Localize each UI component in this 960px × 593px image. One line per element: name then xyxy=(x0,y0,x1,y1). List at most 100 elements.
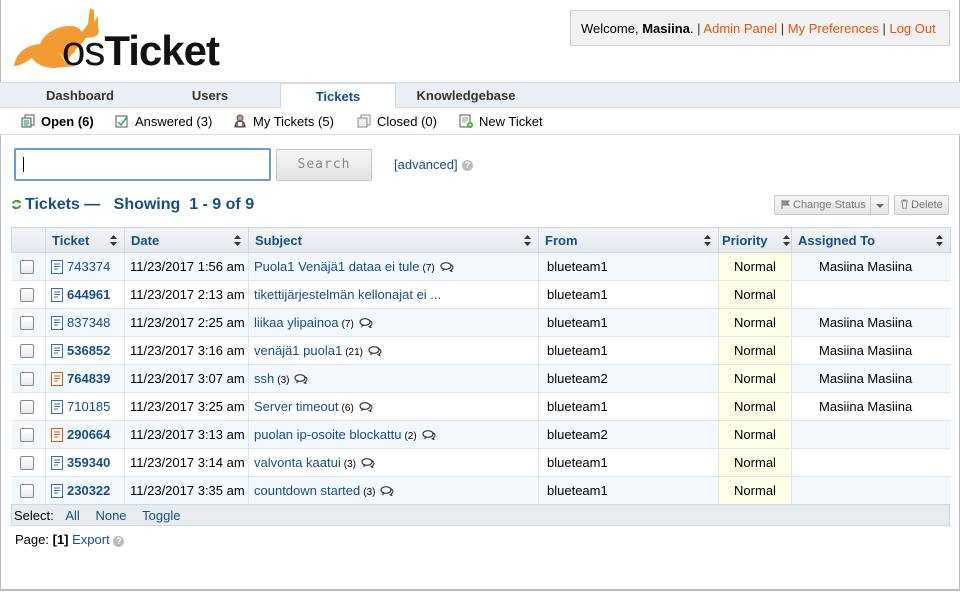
help-icon[interactable]: ? xyxy=(462,160,473,171)
subject-link[interactable]: liikaa ylipainoa xyxy=(254,315,339,330)
ticket-number-link[interactable]: 764839 xyxy=(67,371,110,386)
row-checkbox[interactable] xyxy=(19,400,34,415)
row-checkbox[interactable] xyxy=(19,344,34,359)
row-checkbox[interactable] xyxy=(19,428,34,443)
subnav-answered[interactable]: Answered (3) xyxy=(115,114,212,130)
current-page[interactable]: [1] xyxy=(53,532,69,547)
ticket-number-link[interactable]: 644961 xyxy=(67,287,110,302)
thread-count: (3) xyxy=(343,459,356,470)
table-row[interactable]: 230322 11/23/2017 3:35 am countdown starte… xyxy=(11,476,951,505)
subject-link[interactable]: countdown started xyxy=(254,483,360,498)
ticket-number-cell: 644961 xyxy=(45,280,125,309)
table-row[interactable]: 743374 11/23/2017 1:56 am Puola1 Venäjä1 d… xyxy=(11,252,951,281)
log-out-link[interactable]: Log Out xyxy=(889,21,935,36)
row-checkbox[interactable] xyxy=(19,316,34,331)
subnav-closed[interactable]: Closed (0) xyxy=(357,114,437,130)
from-cell: blueteam2 xyxy=(538,420,719,449)
select-all-link[interactable]: All xyxy=(65,508,79,523)
table-row[interactable]: 359340 11/23/2017 3:14 am valvonta kaatui(… xyxy=(11,448,951,477)
separator: | xyxy=(780,21,785,36)
admin-panel-link[interactable]: Admin Panel xyxy=(703,21,777,36)
change-status-button[interactable]: Change Status xyxy=(774,195,871,215)
change-status-label: Change Status xyxy=(793,199,866,211)
ticket-number-link[interactable]: 536852 xyxy=(67,343,110,358)
thread-icon xyxy=(380,486,394,496)
search-input[interactable] xyxy=(14,148,271,181)
welcome-prefix: Welcome, xyxy=(581,21,639,36)
refresh-icon[interactable] xyxy=(11,199,22,210)
column-header-subject[interactable]: Subject xyxy=(248,227,539,253)
thread-count: (3) xyxy=(363,487,376,498)
subnav-my-tickets[interactable]: My Tickets (5) xyxy=(233,114,334,130)
subject-link[interactable]: valvonta kaatui xyxy=(254,455,341,470)
priority-cell: Normal xyxy=(718,448,792,477)
delete-button[interactable]: Delete xyxy=(894,195,949,215)
column-header-ticket[interactable]: Ticket xyxy=(45,227,125,253)
logo[interactable]: osTicket xyxy=(10,4,220,72)
row-select-cell xyxy=(11,420,46,449)
ticket-number-link[interactable]: 230322 xyxy=(67,483,110,498)
ticket-number-cell: 837348 xyxy=(45,308,125,337)
column-header-label: Assigned To xyxy=(798,232,876,248)
row-select-cell xyxy=(11,336,46,365)
column-header-assigned-to[interactable]: Assigned To xyxy=(791,227,951,253)
table-row[interactable]: 536852 11/23/2017 3:16 am venäjä1 puola1 (2… xyxy=(11,336,951,365)
column-header-priority[interactable]: Priority xyxy=(718,227,792,253)
table-row[interactable]: 837348 11/23/2017 2:25 am liikaa ylipainoa… xyxy=(11,308,951,337)
row-checkbox[interactable] xyxy=(19,456,34,471)
column-header-from[interactable]: From xyxy=(538,227,719,253)
flag-icon xyxy=(781,200,791,209)
column-header-date[interactable]: Date xyxy=(124,227,249,253)
ticket-number-link[interactable]: 837348 xyxy=(67,315,110,330)
tab-dashboard[interactable]: Dashboard xyxy=(10,83,150,108)
assigned-to-cell xyxy=(791,420,951,449)
select-none-link[interactable]: None xyxy=(95,508,126,523)
ticket-number-link[interactable]: 743374 xyxy=(67,259,110,274)
ticket-number-link[interactable]: 710185 xyxy=(67,399,110,414)
subject-link[interactable]: Puola1 Venäjä1 dataa ei tule xyxy=(254,259,420,274)
assigned-to-cell: Masiina Masiina xyxy=(791,364,951,393)
export-link[interactable]: Export xyxy=(72,532,110,547)
row-checkbox[interactable] xyxy=(19,372,34,387)
change-status-dropdown[interactable] xyxy=(871,195,889,215)
subject-cell: liikaa ylipainoa (7) xyxy=(248,308,539,337)
subject-link[interactable]: venäjä1 puola1 xyxy=(254,343,342,358)
table-row[interactable]: 764839 11/23/2017 3:07 am ssh (3) blueteam2 N… xyxy=(11,364,951,393)
tab-users[interactable]: Users xyxy=(140,83,280,108)
text-cursor xyxy=(23,157,24,172)
search-button[interactable]: Search xyxy=(276,149,372,181)
table-row[interactable]: 644961 11/23/2017 2:13 am tikettijärjestel… xyxy=(11,280,951,309)
table-row[interactable]: 290664 11/23/2017 3:13 am puolan ip-osoite… xyxy=(11,420,951,449)
row-checkbox[interactable] xyxy=(19,288,34,303)
sort-icon xyxy=(110,235,117,246)
open-tickets-icon xyxy=(21,114,35,128)
ticket-number-link[interactable]: 290664 xyxy=(67,427,110,442)
advanced-search-link[interactable]: [advanced] xyxy=(394,157,458,172)
select-toggle-link[interactable]: Toggle xyxy=(142,508,180,523)
ticket-number-cell: 710185 xyxy=(45,392,125,421)
from-cell: blueteam1 xyxy=(538,252,719,281)
priority-cell: Normal xyxy=(718,308,792,337)
thread-icon xyxy=(359,402,373,412)
subject-cell: venäjä1 puola1 (21) xyxy=(248,336,539,365)
tab-tickets[interactable]: Tickets xyxy=(280,83,396,109)
table-row[interactable]: 710185 11/23/2017 3:25 am Server timeout (6… xyxy=(11,392,951,421)
tab-knowledgebase[interactable]: Knowledgebase xyxy=(396,83,536,108)
row-checkbox[interactable] xyxy=(19,260,34,275)
help-icon[interactable]: ? xyxy=(113,536,125,547)
subject-link[interactable]: puolan ip-osoite blockattu xyxy=(254,427,401,442)
subject-link[interactable]: ssh xyxy=(254,371,274,386)
column-header-label: Priority xyxy=(722,232,768,248)
ticket-number-link[interactable]: 359340 xyxy=(67,455,110,470)
row-checkbox[interactable] xyxy=(19,484,34,499)
subject-link[interactable]: tikettijärjestelmän kellonajat ei ... xyxy=(254,287,441,302)
subnav-answered-label: Answered (3) xyxy=(135,114,213,129)
subnav-new-ticket[interactable]: New Ticket xyxy=(459,114,543,130)
row-select-cell xyxy=(11,392,46,421)
subject-link[interactable]: Server timeout xyxy=(254,399,339,414)
my-preferences-link[interactable]: My Preferences xyxy=(788,21,879,36)
thread-icon xyxy=(368,346,382,356)
subnav-open[interactable]: Open (6) xyxy=(21,114,94,130)
subnav-new-ticket-label: New Ticket xyxy=(479,114,543,129)
welcome-box: Welcome, Masiina. | Admin Panel | My Pre… xyxy=(570,10,950,46)
